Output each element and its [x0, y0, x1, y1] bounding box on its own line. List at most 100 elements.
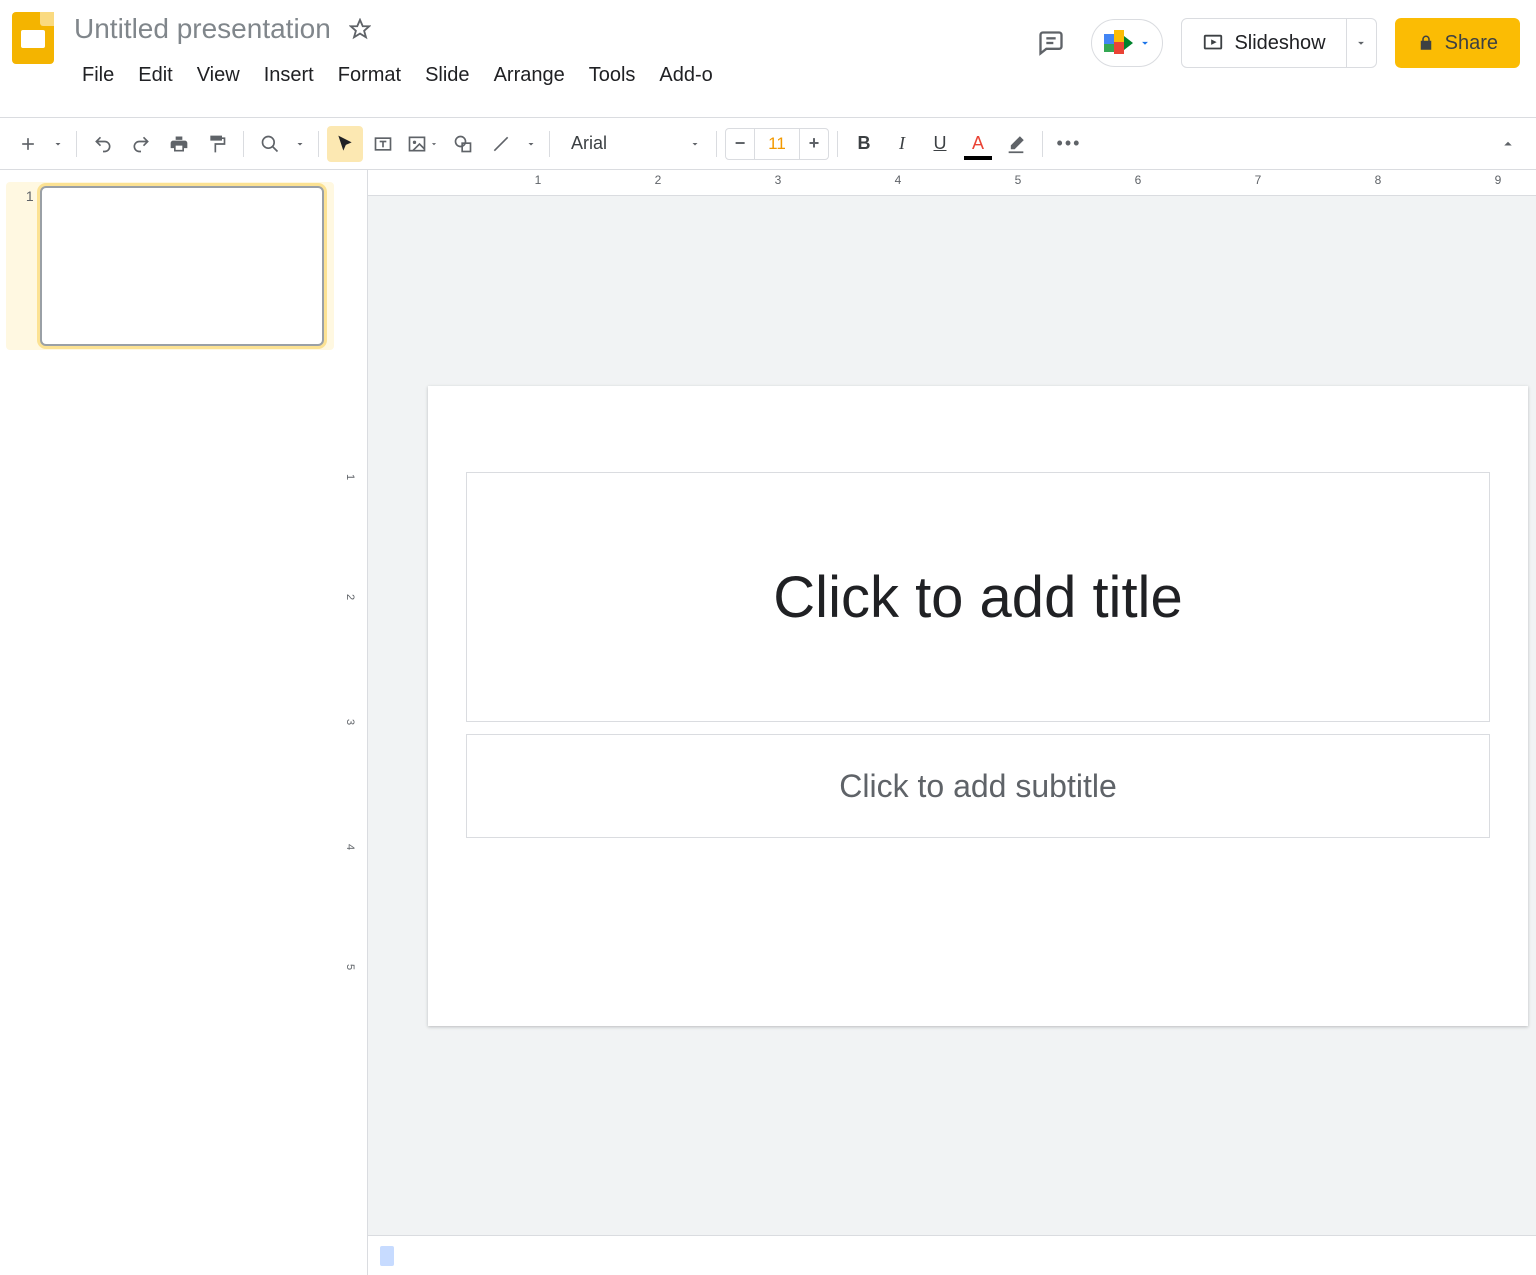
undo-icon	[93, 134, 113, 154]
menu-file[interactable]: File	[72, 60, 124, 91]
header-actions: Slideshow Share	[1029, 18, 1520, 68]
ruler-tick: 4	[344, 844, 356, 850]
image-icon	[407, 134, 427, 154]
more-button[interactable]: •••	[1051, 126, 1087, 162]
line-button[interactable]	[483, 126, 519, 162]
slideshow-label: Slideshow	[1234, 32, 1325, 55]
highlight-icon	[1005, 133, 1027, 155]
menu-arrange[interactable]: Arrange	[484, 60, 575, 91]
toolbar-separator	[549, 131, 550, 157]
ruler-tick: 8	[1375, 173, 1382, 187]
ruler-tick: 1	[344, 474, 356, 480]
menu-slide[interactable]: Slide	[415, 60, 479, 91]
document-title-input[interactable]: Untitled presentation	[72, 13, 333, 45]
google-meet-icon	[1104, 30, 1134, 56]
ruler-tick: 9	[1495, 173, 1502, 187]
font-size-input[interactable]	[755, 128, 799, 160]
undo-button[interactable]	[85, 126, 121, 162]
comments-button[interactable]	[1029, 21, 1073, 65]
share-button[interactable]: Share	[1395, 18, 1520, 68]
more-icon: •••	[1057, 133, 1082, 154]
minus-icon: −	[735, 133, 746, 154]
canvas-area: 1 2 3 4 5 1 2 3 4 5 6 7 8 9 Click to add…	[340, 170, 1536, 1275]
chevron-down-icon	[52, 138, 64, 150]
chevron-down-icon	[525, 138, 537, 150]
font-family-value: Arial	[571, 133, 607, 154]
app-header: Untitled presentation File Edit View Ins…	[0, 0, 1536, 118]
share-label: Share	[1445, 32, 1498, 55]
font-size-increase[interactable]: +	[799, 128, 829, 160]
ruler-tick: 1	[535, 173, 542, 187]
star-icon	[349, 18, 371, 40]
cursor-icon	[335, 134, 355, 154]
explore-button[interactable]	[380, 1246, 394, 1266]
lock-icon	[1417, 34, 1435, 52]
line-dropdown[interactable]	[521, 126, 541, 162]
toolbar-separator	[243, 131, 244, 157]
italic-icon: I	[899, 133, 905, 154]
print-button[interactable]	[161, 126, 197, 162]
title-placeholder[interactable]: Click to add title	[466, 472, 1490, 722]
chevron-down-icon	[429, 139, 439, 149]
zoom-icon	[260, 134, 280, 154]
filmstrip-item[interactable]: 1	[6, 182, 334, 350]
new-slide-dropdown[interactable]	[48, 126, 68, 162]
ruler-tick: 2	[344, 594, 356, 600]
slide-thumbnail[interactable]	[40, 186, 324, 346]
textbox-button[interactable]	[365, 126, 401, 162]
paint-format-button[interactable]	[199, 126, 235, 162]
slideshow-button[interactable]: Slideshow	[1181, 18, 1346, 68]
slideshow-dropdown[interactable]	[1347, 18, 1377, 68]
paint-roller-icon	[207, 134, 227, 154]
menu-view[interactable]: View	[187, 60, 250, 91]
font-size-group: − +	[725, 128, 829, 160]
ruler-tick: 3	[775, 173, 782, 187]
bold-button[interactable]: B	[846, 126, 882, 162]
comment-icon	[1037, 29, 1065, 57]
chevron-down-icon	[689, 138, 701, 150]
menu-format[interactable]: Format	[328, 60, 411, 91]
menu-addons[interactable]: Add-o	[649, 60, 722, 91]
slides-app-logo[interactable]	[12, 12, 60, 60]
bottom-bar	[368, 1235, 1536, 1275]
slide-stage[interactable]: Click to add title Click to add subtitle	[368, 196, 1536, 1275]
redo-button[interactable]	[123, 126, 159, 162]
vertical-ruler[interactable]: 1 2 3 4 5	[340, 170, 368, 1275]
new-slide-button[interactable]	[10, 126, 46, 162]
select-tool-button[interactable]	[327, 126, 363, 162]
zoom-dropdown[interactable]	[290, 126, 310, 162]
menu-insert[interactable]: Insert	[254, 60, 324, 91]
toolbar-separator	[76, 131, 77, 157]
print-icon	[169, 134, 189, 154]
toolbar-separator	[716, 131, 717, 157]
bold-icon: B	[858, 133, 871, 154]
chevron-down-icon	[294, 138, 306, 150]
text-color-button[interactable]: A	[960, 126, 996, 162]
play-rect-icon	[1202, 32, 1224, 54]
image-button[interactable]	[403, 126, 443, 162]
subtitle-placeholder[interactable]: Click to add subtitle	[466, 734, 1490, 838]
menu-tools[interactable]: Tools	[579, 60, 646, 91]
horizontal-ruler[interactable]: 1 2 3 4 5 6 7 8 9	[368, 170, 1536, 196]
ruler-tick: 4	[895, 173, 902, 187]
slide-canvas[interactable]: Click to add title Click to add subtitle	[428, 386, 1528, 1026]
chevron-down-icon	[1354, 36, 1368, 50]
toolbar-separator	[1042, 131, 1043, 157]
underline-icon: U	[934, 133, 947, 154]
shape-button[interactable]	[445, 126, 481, 162]
zoom-button[interactable]	[252, 126, 288, 162]
meet-button[interactable]	[1091, 19, 1163, 67]
underline-button[interactable]: U	[922, 126, 958, 162]
font-size-decrease[interactable]: −	[725, 128, 755, 160]
font-family-select[interactable]: Arial	[558, 127, 708, 161]
toolbar-separator	[837, 131, 838, 157]
collapse-toolbar-button[interactable]	[1490, 126, 1526, 162]
slideshow-group: Slideshow	[1181, 18, 1376, 68]
redo-icon	[131, 134, 151, 154]
menu-edit[interactable]: Edit	[128, 60, 182, 91]
italic-button[interactable]: I	[884, 126, 920, 162]
star-button[interactable]	[343, 12, 377, 46]
filmstrip[interactable]: 1	[0, 170, 340, 1275]
shape-icon	[453, 134, 473, 154]
highlight-button[interactable]	[998, 126, 1034, 162]
